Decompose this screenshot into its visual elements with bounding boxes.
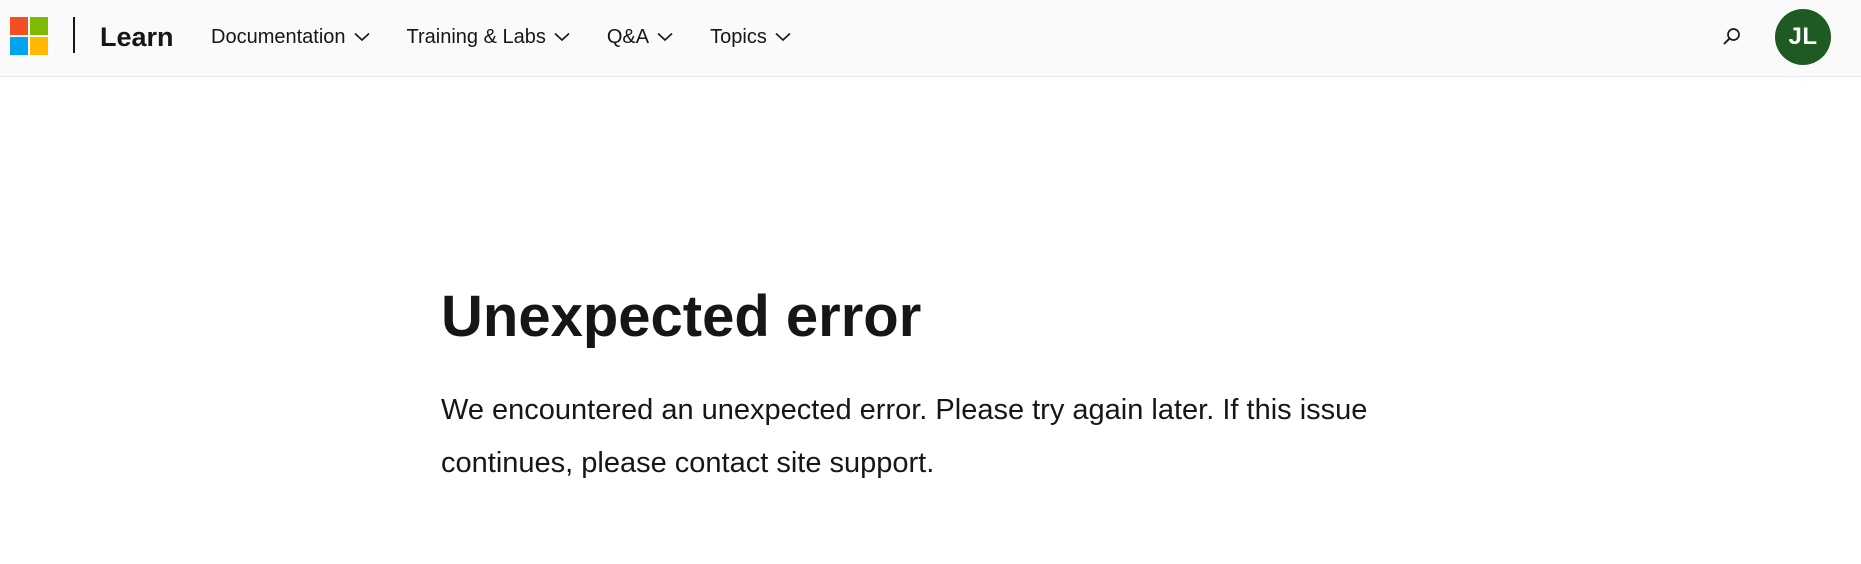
main-nav: Documentation Training & Labs Q&A Topics — [211, 22, 828, 52]
error-content: Unexpected error We encountered an unexp… — [441, 280, 1441, 490]
logo-square-blue — [10, 37, 28, 55]
brand-learn-link[interactable]: Learn — [100, 20, 174, 54]
nav-item-training-labs[interactable]: Training & Labs — [407, 22, 570, 52]
page-title: Unexpected error — [441, 284, 922, 349]
nav-item-topics[interactable]: Topics — [710, 22, 791, 52]
logo-square-yellow — [30, 37, 48, 55]
site-header: Learn Documentation Training & Labs Q&A … — [0, 0, 1861, 77]
microsoft-logo[interactable] — [10, 17, 48, 55]
nav-item-label: Documentation — [211, 26, 346, 48]
nav-item-label: Topics — [710, 26, 767, 48]
nav-item-label: Training & Labs — [406, 26, 546, 48]
chevron-down-icon — [353, 32, 370, 42]
search-icon — [1723, 28, 1740, 45]
nav-item-label: Q&A — [606, 26, 650, 48]
error-message: We encountered an unexpected error. Plea… — [441, 394, 1368, 479]
nav-item-documentation[interactable]: Documentation — [211, 22, 370, 52]
brand-divider — [73, 17, 75, 53]
nav-item-qa[interactable]: Q&A — [607, 22, 673, 52]
chevron-down-icon — [657, 32, 673, 42]
user-avatar[interactable]: JL — [1775, 9, 1831, 65]
chevron-down-icon — [554, 32, 570, 42]
logo-square-red — [10, 17, 28, 35]
logo-square-green — [30, 17, 48, 35]
chevron-down-icon — [775, 32, 791, 42]
search-button[interactable] — [1720, 25, 1744, 49]
